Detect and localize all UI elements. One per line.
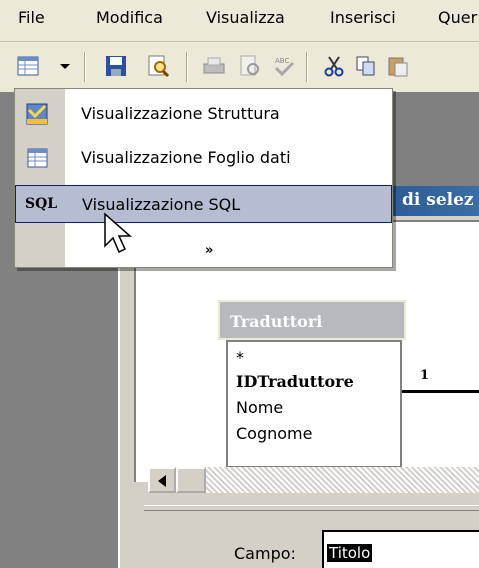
paste-icon[interactable] <box>386 54 410 78</box>
query-window-title: di selez <box>402 190 474 210</box>
toolbar: ABC <box>0 42 479 92</box>
datasheet-icon <box>25 146 51 170</box>
field-cognome[interactable]: Cognome <box>236 424 312 443</box>
spelling-icon[interactable]: ABC <box>272 54 296 78</box>
menu-file[interactable]: File <box>18 8 45 27</box>
field-cell-value: Titolo <box>327 544 373 562</box>
scroll-thumb[interactable] <box>176 467 206 493</box>
table-title-bar[interactable]: Traduttori <box>218 300 406 340</box>
scroll-left-button[interactable] <box>148 467 176 493</box>
view-icon[interactable] <box>16 54 40 78</box>
cut-icon[interactable] <box>322 54 346 78</box>
mouse-pointer-icon <box>103 212 133 260</box>
search-icon[interactable] <box>146 54 170 78</box>
horizontal-scrollbar[interactable] <box>148 467 479 493</box>
dropdown-arrow-icon[interactable] <box>58 54 72 78</box>
design-view-icon <box>25 102 51 126</box>
toolbar-separator <box>186 52 188 82</box>
relationship-label: 1 <box>420 368 430 383</box>
menu-bar: File Modifica Visualizza Inserisci Quer <box>0 0 479 42</box>
relationship-line <box>402 390 479 393</box>
menu-query[interactable]: Quer <box>438 8 477 27</box>
print-preview-icon[interactable] <box>238 54 262 78</box>
menu-modifica[interactable]: Modifica <box>96 8 163 27</box>
field-nome[interactable]: Nome <box>236 398 283 417</box>
toolbar-separator <box>306 52 308 82</box>
field-all[interactable]: * <box>236 348 244 367</box>
field-primary-key[interactable]: IDTraduttore <box>236 372 354 391</box>
menu-item-label: Visualizzazione Foglio dati <box>81 148 291 167</box>
toolbar-separator <box>84 52 86 82</box>
menu-item-datasheet-view[interactable]: Visualizzazione Foglio dati <box>15 139 392 177</box>
menu-inserisci[interactable]: Inserisci <box>330 8 396 27</box>
table-field-list[interactable]: Traduttori * IDTraduttore Nome Cognome <box>218 300 406 468</box>
expand-menu-chevron-icon[interactable]: » <box>205 243 213 258</box>
menu-item-sql-view[interactable]: SQL Visualizzazione SQL <box>15 185 392 223</box>
copy-icon[interactable] <box>354 54 378 78</box>
sql-icon: SQL <box>25 196 58 212</box>
svg-text:ABC: ABC <box>275 57 289 65</box>
field-list: * IDTraduttore Nome Cognome <box>226 340 402 468</box>
table-title: Traduttori <box>230 312 323 331</box>
menu-item-design-view[interactable]: Visualizzazione Struttura <box>15 95 392 133</box>
field-cell[interactable]: Titolo <box>322 530 479 568</box>
print-icon[interactable] <box>202 54 226 78</box>
menu-visualizza[interactable]: Visualizza <box>206 8 285 27</box>
save-icon[interactable] <box>104 54 128 78</box>
grid-row-label: Campo: <box>234 544 296 563</box>
view-dropdown-menu: Visualizzazione Struttura Visualizzazion… <box>14 88 393 268</box>
menu-item-label: Visualizzazione Struttura <box>81 104 280 123</box>
